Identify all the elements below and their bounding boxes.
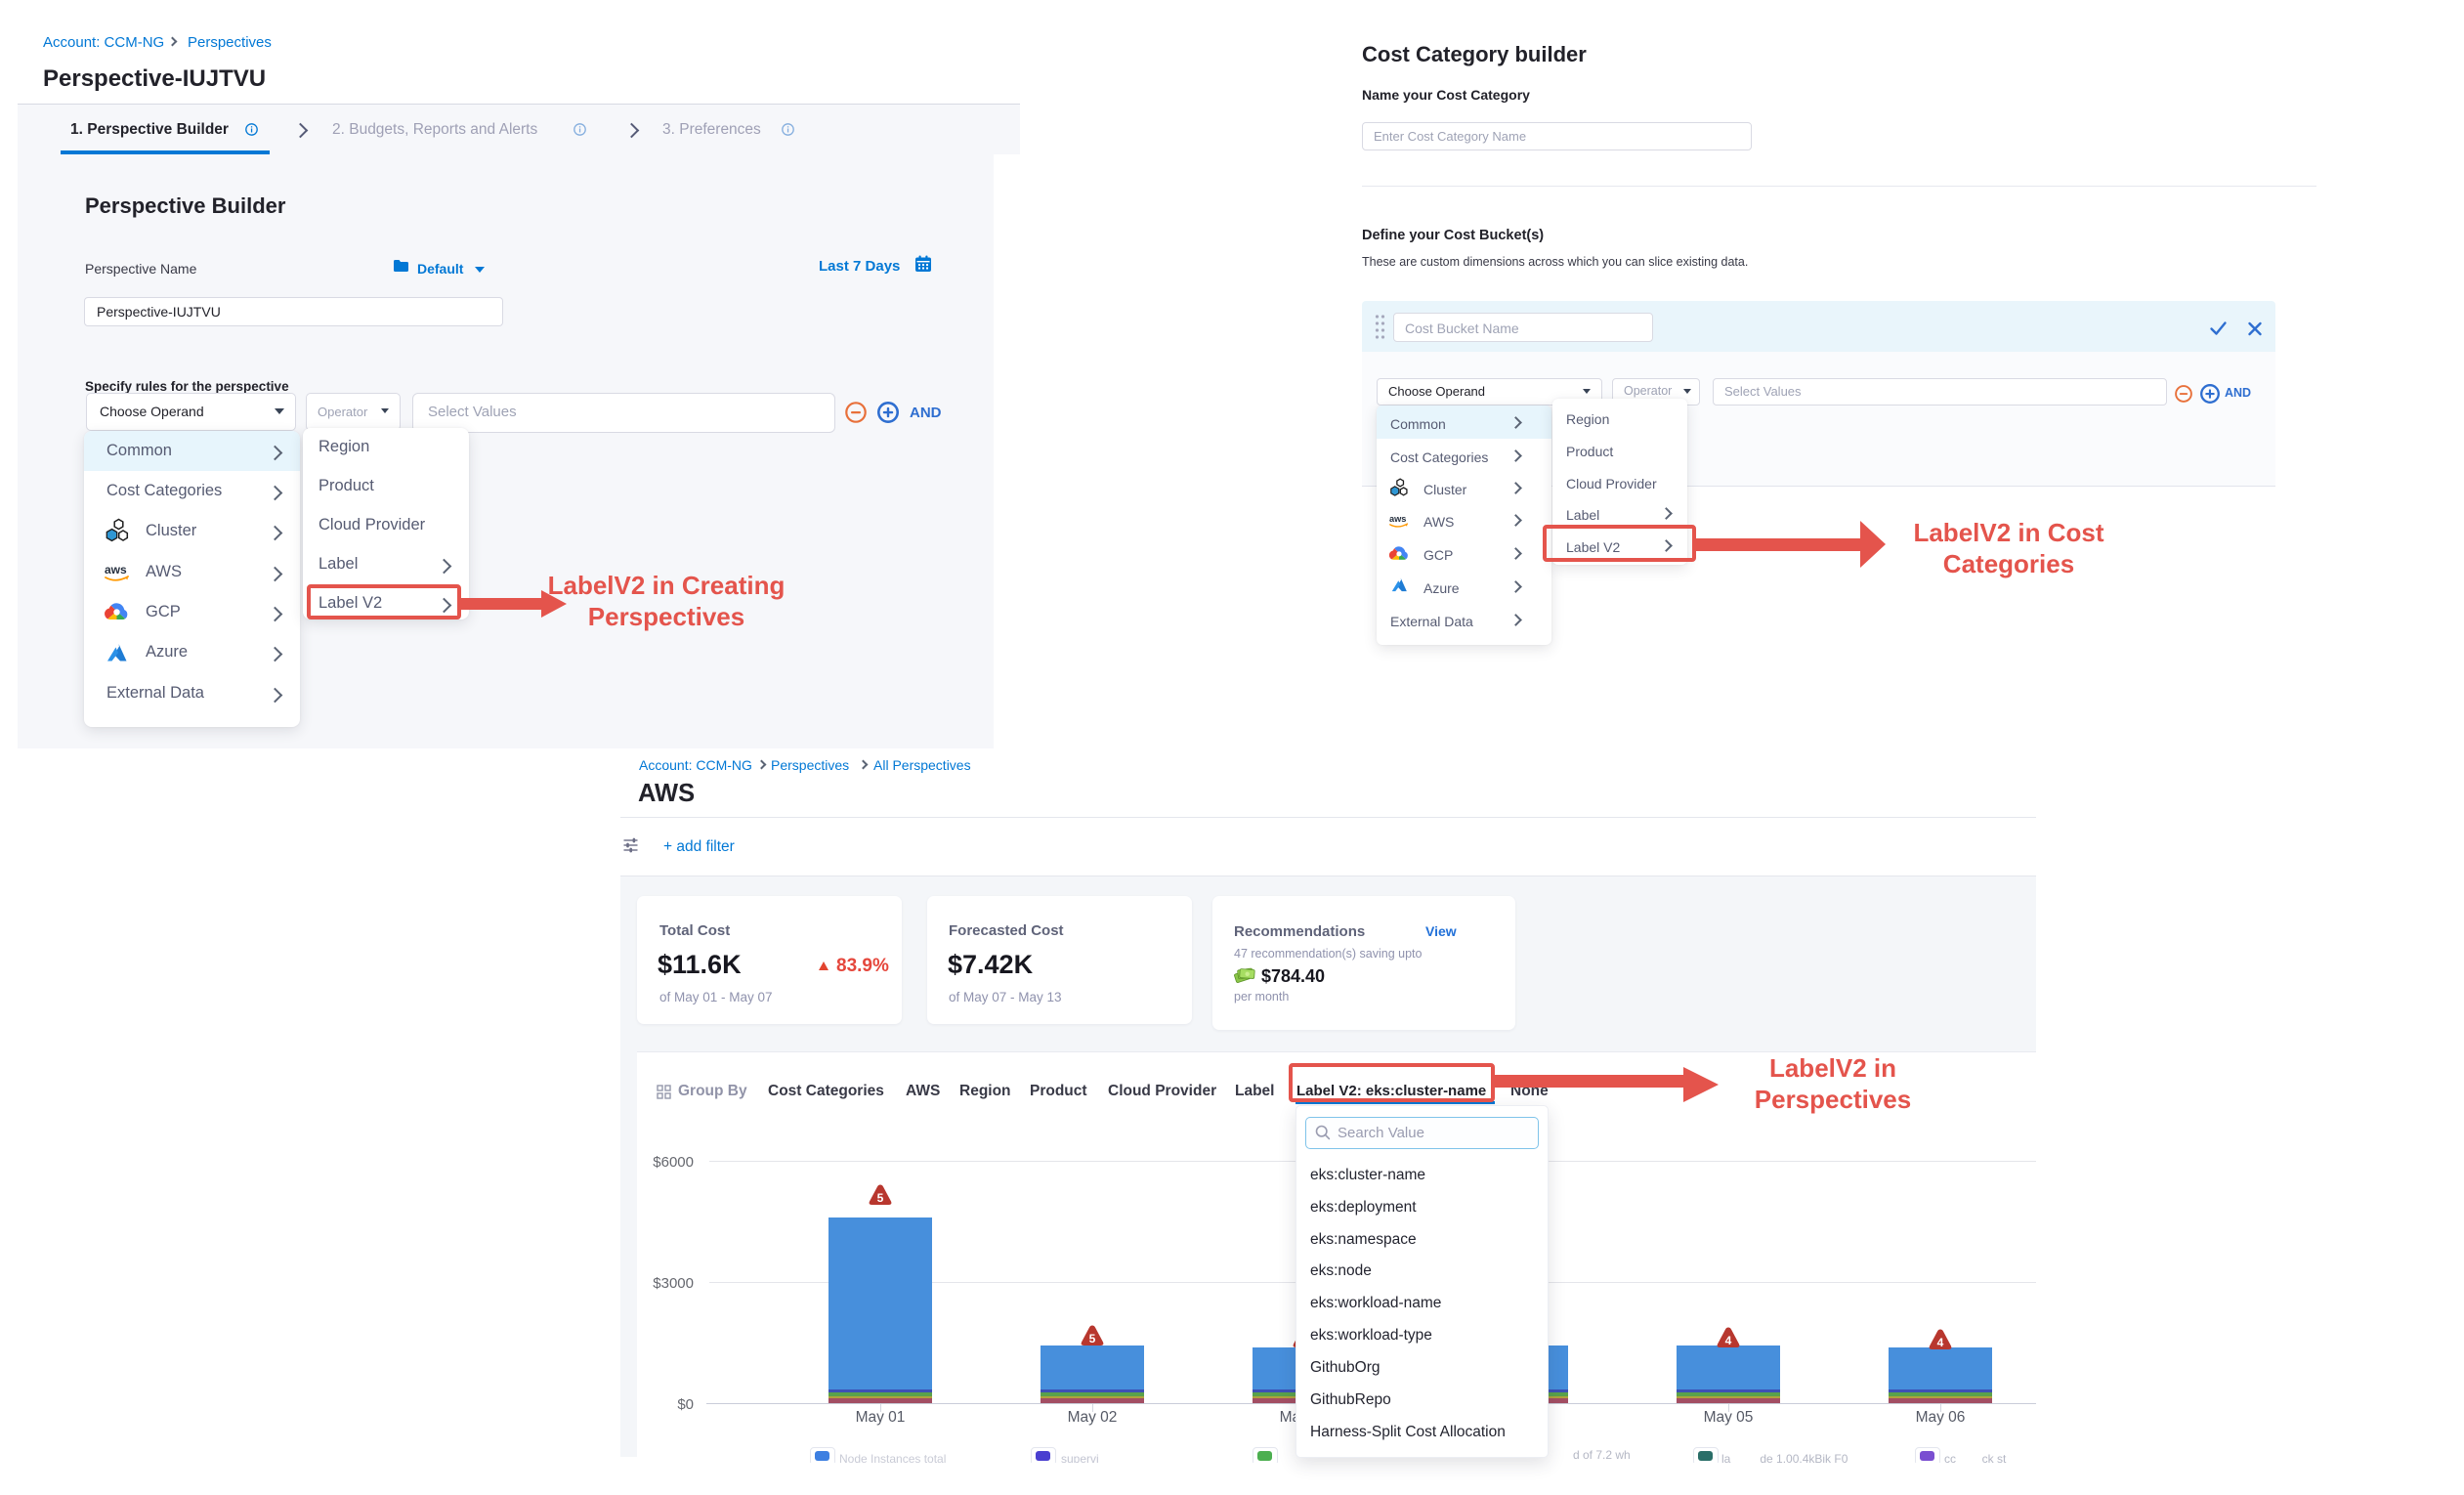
svg-text:5: 5 bbox=[877, 1191, 884, 1205]
svg-text:aws: aws bbox=[105, 563, 127, 577]
svg-text:4: 4 bbox=[1725, 1334, 1732, 1347]
svg-text:aws: aws bbox=[1389, 514, 1406, 524]
svg-text:5: 5 bbox=[1089, 1332, 1096, 1346]
svg-text:4: 4 bbox=[1937, 1336, 1944, 1349]
